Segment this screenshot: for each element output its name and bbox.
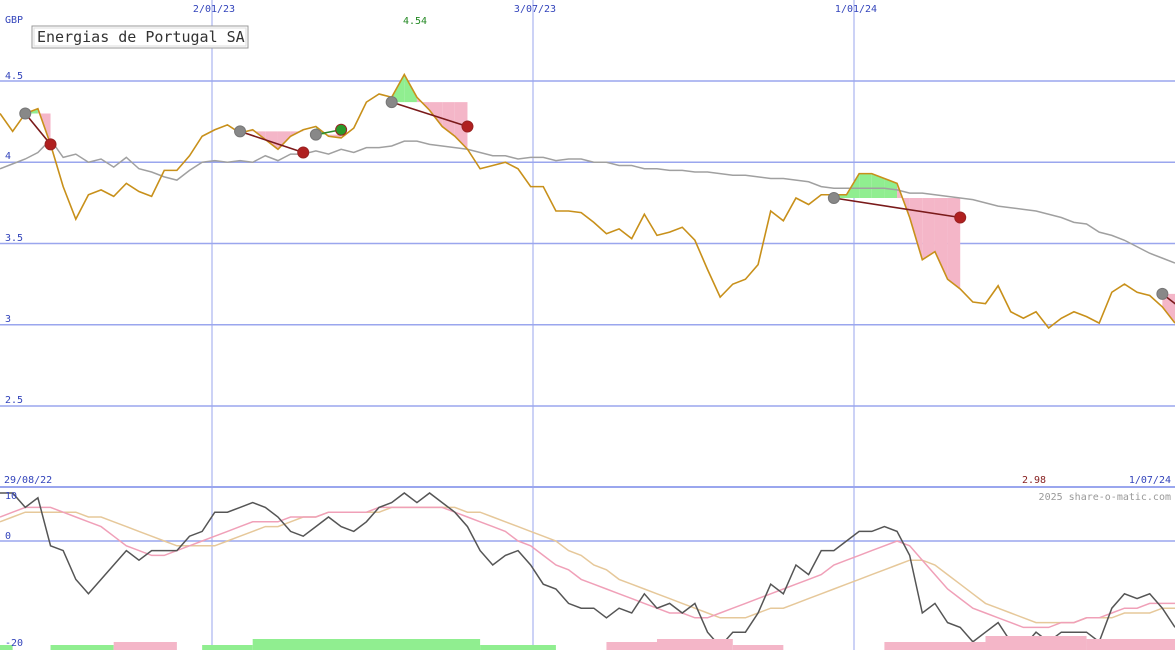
trade-fill-segment xyxy=(859,173,872,198)
chart-title: Energias de Portugal SA xyxy=(37,28,245,46)
price-chart: GBP 2/01/23 3/07/23 1/01/24 4.5 4 3.5 3 … xyxy=(0,0,1175,650)
range-start-date: 29/08/22 xyxy=(4,475,52,486)
trade-exit-marker xyxy=(297,146,310,159)
trade-fill-segment xyxy=(947,198,961,289)
trade-entry-marker xyxy=(19,107,32,120)
currency-label: GBP xyxy=(5,15,23,26)
volume-bar xyxy=(202,645,253,650)
y-tick-label: 3.5 xyxy=(5,233,23,244)
x-tick-label: 3/07/23 xyxy=(514,4,556,15)
oscillator-tick-label: 0 xyxy=(5,531,11,542)
trade-entry-marker xyxy=(234,125,247,138)
trade-exit-marker xyxy=(44,138,57,151)
trade-entry-marker xyxy=(1156,287,1169,300)
low-value-label: 2.98 xyxy=(1022,475,1046,486)
volume-bar xyxy=(480,645,556,650)
volume-bar xyxy=(252,639,481,650)
trade-entry-marker xyxy=(827,192,840,204)
chart-title-box: Energias de Portugal SA xyxy=(31,25,249,49)
trade-exit-marker xyxy=(954,211,967,224)
trade-fill-segment xyxy=(922,198,935,260)
oscillator-tick-label: 10 xyxy=(5,491,17,502)
volume-bar xyxy=(732,645,784,650)
volume-bar xyxy=(1086,639,1175,650)
trade-entry-marker xyxy=(309,128,322,141)
volume-bar xyxy=(985,636,1087,650)
volume-bar xyxy=(606,642,657,650)
y-tick-label: 3 xyxy=(5,314,11,325)
volume-bar xyxy=(113,642,177,650)
oscillator-tick-label: -20 xyxy=(5,638,23,649)
y-tick-label: 2.5 xyxy=(5,395,23,406)
x-tick-label: 1/01/24 xyxy=(835,4,877,15)
trade-exit-marker xyxy=(461,120,474,133)
y-tick-label: 4.5 xyxy=(5,71,23,82)
volume-bar xyxy=(656,639,733,650)
watermark: 2025 share-o-matic.com xyxy=(1039,492,1171,503)
high-value-label: 4.54 xyxy=(403,16,427,27)
range-end-date: 1/07/24 xyxy=(1129,475,1171,486)
volume-bar xyxy=(50,645,114,650)
x-tick-label: 2/01/23 xyxy=(193,4,235,15)
trade-entry-marker xyxy=(385,96,398,109)
y-tick-label: 4 xyxy=(5,151,11,162)
volume-bar xyxy=(884,642,986,650)
trade-exit-marker xyxy=(335,123,348,136)
